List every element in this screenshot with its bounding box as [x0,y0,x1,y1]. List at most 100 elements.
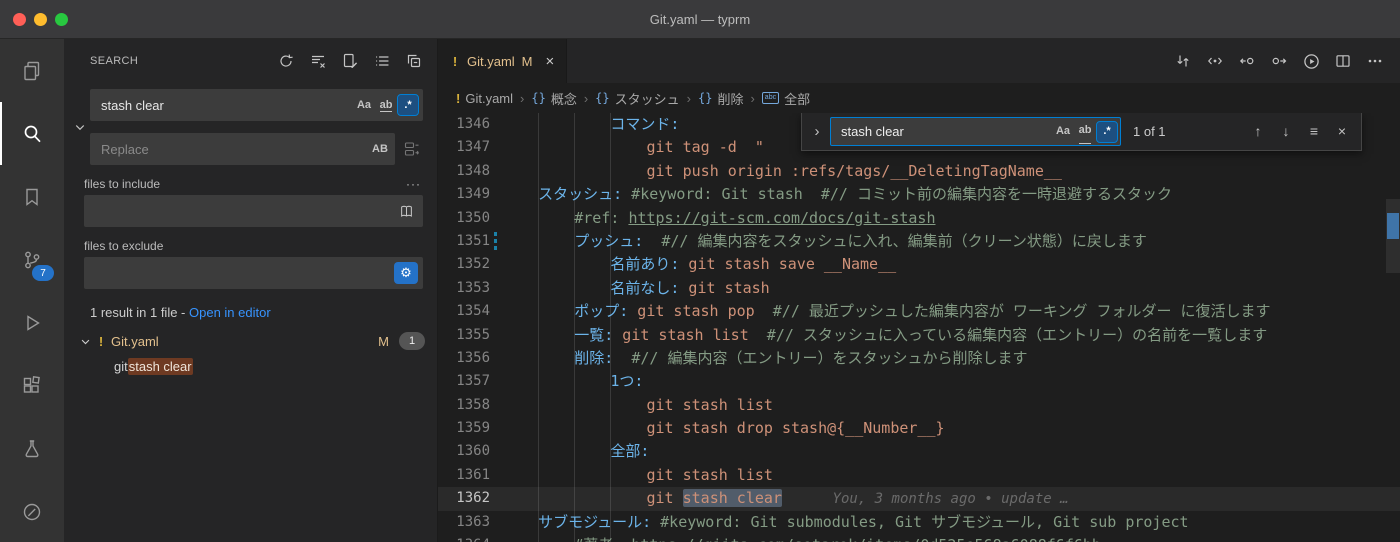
line-number[interactable]: 1359 [438,417,502,440]
close-find-icon[interactable]: × [1331,121,1353,143]
line-number[interactable]: 1356 [438,347,502,370]
pencil-circle-icon[interactable] [0,480,64,542]
chevron-down-icon[interactable] [80,336,91,347]
code-line-1358[interactable]: 1358 git stash list [438,394,1400,417]
search-open-editors-icon[interactable] [394,200,418,222]
tab-git-yaml[interactable]: ! Git.yaml M × [438,39,568,83]
whole-word-icon[interactable]: ab [1075,122,1095,144]
tab-close-icon[interactable]: × [546,53,555,70]
bookmarks-icon[interactable] [0,165,64,228]
replace-row: AB [90,133,423,165]
code-line-1348[interactable]: 1348 git push origin :refs/tags/__Deleti… [438,160,1400,183]
testing-icon[interactable] [0,417,64,480]
find-in-selection-icon[interactable]: ≡ [1303,121,1325,143]
replace-all-icon[interactable] [401,138,423,160]
breadcrumb-item[interactable]: abc 全部 [761,89,811,108]
line-number[interactable]: 1358 [438,394,502,417]
code-line-1362[interactable]: 1362 git stash clear You, 3 months ago •… [438,487,1400,511]
open-in-editor-link[interactable]: Open in editor [189,305,271,320]
line-number[interactable]: 1361 [438,464,502,487]
preserve-case-icon[interactable]: AB [370,139,390,159]
next-match-icon[interactable]: ↓ [1275,121,1297,143]
line-number[interactable]: 1362 [438,487,502,510]
explorer-icon[interactable] [0,39,64,102]
toggle-replace-chevron-icon[interactable] [70,89,90,165]
search-input[interactable] [99,96,352,114]
search-result-match-row[interactable]: git stash clear [64,354,437,379]
line-number[interactable]: 1352 [438,253,502,276]
source-control-icon[interactable]: 7 [0,228,64,291]
compare-changes-icon[interactable] [1174,52,1192,70]
line-number[interactable]: 1350 [438,207,502,230]
line-number[interactable]: 1364 [438,534,502,542]
code-line-1349[interactable]: 1349 スタッシュ: #keyword: Git stash #// コミット… [438,183,1400,206]
line-number[interactable]: 1347 [438,136,502,159]
regex-icon[interactable]: .* [1096,120,1118,143]
match-case-icon[interactable]: Aa [1053,122,1073,142]
toggle-search-details-icon[interactable]: ··· [406,177,421,191]
line-number[interactable]: 1346 [438,113,502,136]
files-to-exclude-label: files to exclude [84,239,164,253]
code-line-1355[interactable]: 1355 一覧: git stash list #// スタッシュに入っている編… [438,324,1400,347]
breadcrumb-item[interactable]: {} 概念 [531,89,576,108]
toggle-replace-icon[interactable]: › [810,120,824,143]
code-line-1363[interactable]: 1363 サブモジュール: #keyword: Git submodules, … [438,511,1400,534]
breadcrumb-item[interactable]: ! Git.yaml [456,91,513,106]
line-number[interactable]: 1354 [438,300,502,323]
clear-search-results-icon[interactable] [309,52,327,70]
extensions-icon[interactable] [0,354,64,417]
files-to-exclude-input[interactable] [93,264,394,282]
code-line-1353[interactable]: 1353 名前なし: git stash [438,277,1400,300]
code-line-1354[interactable]: 1354 ポップ: git stash pop #// 最近プッシュした編集内容… [438,300,1400,323]
breadcrumb-label: 概念 [550,91,577,107]
view-as-list-icon[interactable] [373,52,391,70]
token: プッシュ: [502,231,644,250]
breadcrumb-item[interactable]: {} スタッシュ [595,89,679,108]
line-number[interactable]: 1349 [438,183,502,206]
split-editor-icon[interactable] [1334,52,1352,70]
line-number[interactable]: 1363 [438,511,502,534]
zoom-window-button[interactable] [55,13,68,26]
new-search-editor-icon[interactable] [341,52,359,70]
match-case-icon[interactable]: Aa [354,95,374,115]
code-line-1356[interactable]: 1356 削除: #// 編集内容（エントリー）をスタッシュから削除します [438,347,1400,370]
code-line-1351[interactable]: 1351 プッシュ: #// 編集内容をスタッシュに入れ、編集前（クリーン状態）… [438,230,1400,253]
minimize-window-button[interactable] [34,13,47,26]
run-debug-icon[interactable] [0,291,64,354]
run-icon[interactable] [1302,52,1320,70]
code-line-1357[interactable]: 1357 1つ: [438,370,1400,393]
previous-change-icon[interactable] [1238,52,1256,70]
line-number[interactable]: 1360 [438,440,502,463]
collapse-all-icon[interactable] [405,52,423,70]
line-number[interactable]: 1353 [438,277,502,300]
find-input[interactable] [839,123,1051,140]
search-icon[interactable] [0,102,64,165]
code-line-1359[interactable]: 1359 git stash drop stash@{__Number__} [438,417,1400,440]
regex-icon[interactable]: .* [397,94,419,116]
use-exclude-settings-gear-icon[interactable]: ⚙ [394,262,418,284]
code-line-1360[interactable]: 1360 全部: [438,440,1400,463]
line-number[interactable]: 1355 [438,324,502,347]
next-change-icon[interactable] [1270,52,1288,70]
open-changes-icon[interactable] [1206,52,1224,70]
refresh-icon[interactable] [277,52,295,70]
overview-ruler[interactable] [1386,113,1400,542]
whole-word-icon[interactable]: ab [376,95,396,115]
code-text: git stash list [502,464,1400,487]
token: git stash list [613,325,749,344]
close-window-button[interactable] [13,13,26,26]
files-to-include-input[interactable] [93,202,394,220]
code-line-1352[interactable]: 1352 名前あり: git stash save __Name__ [438,253,1400,276]
line-number[interactable]: 1348 [438,160,502,183]
result-file-row[interactable]: ! Git.yaml M 1 [64,328,437,354]
code-line-1361[interactable]: 1361 git stash list [438,464,1400,487]
replace-input[interactable] [99,140,368,158]
line-number[interactable]: 1351 [438,230,502,253]
line-number[interactable]: 1357 [438,370,502,393]
breadcrumb-label: 全部 [784,91,811,107]
code-line-1364[interactable]: 1364 #著者: https://qiita.com/sotarok/item… [438,534,1400,542]
breadcrumb-item[interactable]: {} 削除 [698,89,743,108]
code-line-1350[interactable]: 1350 #ref: https://git-scm.com/docs/git-… [438,207,1400,230]
more-actions-icon[interactable] [1366,52,1384,70]
previous-match-icon[interactable]: ↑ [1247,121,1269,143]
